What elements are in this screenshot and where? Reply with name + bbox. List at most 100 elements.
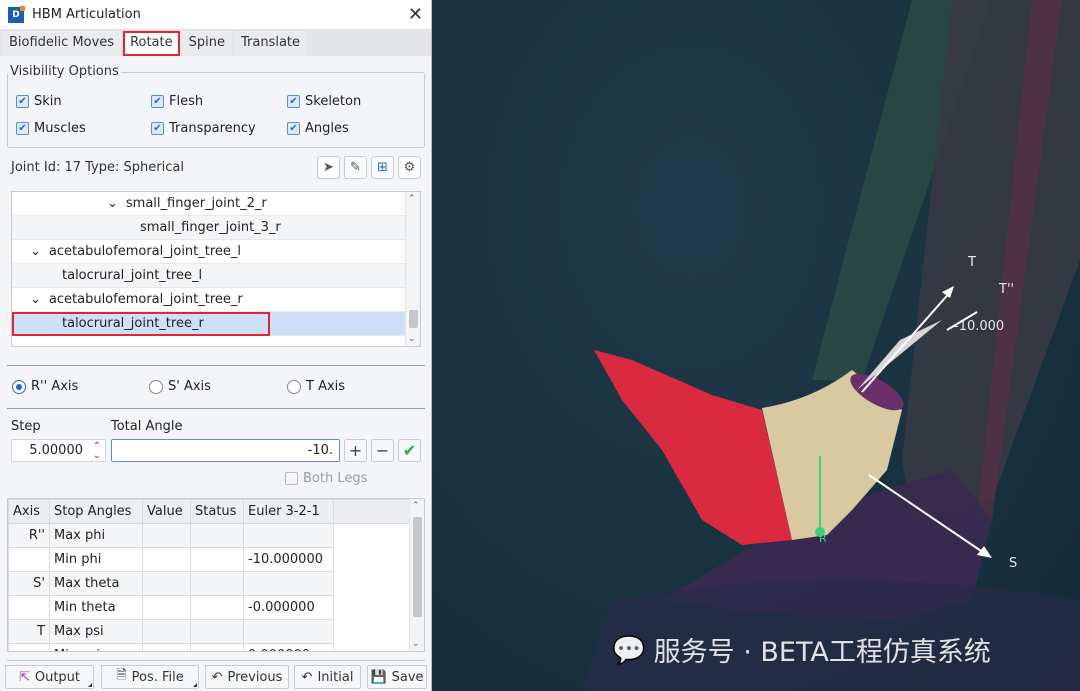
grid-button[interactable]: ⊞: [371, 156, 394, 179]
tree-item[interactable]: ⌄ acetabulofemoral_joint_tree_l: [12, 240, 406, 264]
total-angle-value: -10.: [307, 443, 333, 458]
table-cell[interactable]: Min phi: [49, 547, 143, 572]
table-cell[interactable]: -0.000000: [243, 595, 334, 620]
table-cell[interactable]: T: [8, 619, 50, 644]
table-cell[interactable]: Min psi: [49, 643, 143, 651]
checkbox-transparency[interactable]: ✔ Transparency: [151, 121, 256, 136]
tree-item[interactable]: small_finger_joint_3_r: [12, 216, 406, 240]
divider: [7, 408, 425, 409]
column-header-axis[interactable]: Axis: [8, 499, 50, 524]
table-cell[interactable]: [190, 643, 244, 651]
scroll-thumb[interactable]: [413, 517, 422, 617]
minus-icon: −: [375, 441, 390, 460]
radio-s-axis[interactable]: S' Axis: [149, 379, 211, 394]
table-cell[interactable]: [190, 523, 244, 548]
table-cell[interactable]: Max phi: [49, 523, 143, 548]
column-header-value[interactable]: Value: [142, 499, 191, 524]
chevron-up-icon[interactable]: ⌃: [412, 501, 420, 511]
axis-label-r: R: [819, 532, 827, 545]
chevron-down-icon[interactable]: ⌄: [412, 639, 420, 649]
step-spinbox[interactable]: 5.00000 ⌃ ⌄: [11, 439, 106, 462]
table-cell[interactable]: [8, 643, 50, 651]
highlight-button[interactable]: ✎: [344, 156, 367, 179]
table-cell[interactable]: [142, 619, 191, 644]
tab-rotate[interactable]: Rotate: [123, 31, 180, 56]
save-button[interactable]: 💾 Save: [367, 665, 427, 689]
table-cell[interactable]: Max theta: [49, 571, 143, 596]
scroll-thumb[interactable]: [409, 310, 418, 328]
table-cell[interactable]: [190, 595, 244, 620]
checkbox-skin[interactable]: ✔ Skin: [16, 94, 62, 109]
table-cell[interactable]: [142, 523, 191, 548]
table-cell[interactable]: [190, 571, 244, 596]
tree-item[interactable]: ⌄ small_finger_joint_2_r: [12, 192, 406, 216]
total-angle-input[interactable]: -10.: [111, 439, 340, 462]
column-header-status[interactable]: Status: [190, 499, 244, 524]
table-cell[interactable]: [190, 547, 244, 572]
table-cell[interactable]: R'': [8, 523, 50, 548]
table-cell[interactable]: S': [8, 571, 50, 596]
table-row[interactable]: Min theta -0.000000: [8, 595, 412, 620]
flashlight-icon: ✎: [350, 160, 361, 175]
table-cell[interactable]: [243, 523, 334, 548]
table-cell[interactable]: [142, 595, 191, 620]
pos-file-button[interactable]: 🗎 Pos. File: [101, 665, 199, 689]
table-row[interactable]: Min psi 0.000000: [8, 643, 412, 651]
table-header-row: Axis Stop Angles Value Status Euler 3-2-…: [8, 499, 412, 524]
table-scrollbar[interactable]: ⌃ ⌄: [409, 499, 424, 651]
table-cell[interactable]: [243, 571, 334, 596]
chevron-down-icon[interactable]: ⌄: [107, 196, 118, 211]
checkbox-angles[interactable]: ✔ Angles: [287, 121, 349, 136]
increment-button[interactable]: +: [344, 439, 367, 462]
table-cell[interactable]: [8, 547, 50, 572]
column-header-euler[interactable]: Euler 3-2-1: [243, 499, 334, 524]
table-row[interactable]: Min phi -10.000000: [8, 547, 412, 572]
table-cell[interactable]: [190, 619, 244, 644]
spin-arrows-icon[interactable]: ⌃ ⌄: [93, 442, 101, 461]
settings-button[interactable]: ⚙: [398, 156, 421, 179]
checkbox-muscles[interactable]: ✔ Muscles: [16, 121, 86, 136]
tab-translate[interactable]: Translate: [233, 31, 308, 56]
table-cell[interactable]: Max psi: [49, 619, 143, 644]
table-cell[interactable]: [142, 547, 191, 572]
initial-button[interactable]: ↶ Initial: [294, 665, 361, 689]
checkbox-flesh[interactable]: ✔ Flesh: [151, 94, 203, 109]
tab-biofidelic-moves[interactable]: Biofidelic Moves: [2, 31, 122, 56]
table-row[interactable]: R'' Max phi: [8, 523, 412, 548]
checkbox-skeleton[interactable]: ✔ Skeleton: [287, 94, 361, 109]
checkbox-both-legs[interactable]: ✔ Both Legs: [285, 471, 367, 486]
checkbox-icon: ✔: [16, 122, 29, 135]
3d-viewport[interactable]: T T'' -10.000 S R: [432, 0, 1080, 691]
output-button[interactable]: ⇱ Output: [5, 665, 94, 689]
table-filler: [333, 643, 412, 651]
table-cell[interactable]: 0.000000: [243, 643, 334, 651]
tree-item-selected[interactable]: talocrural_joint_tree_r: [12, 312, 270, 336]
apply-button[interactable]: ✔: [398, 439, 421, 462]
tree-item[interactable]: ⌄ acetabulofemoral_joint_tree_r: [12, 288, 406, 312]
tree-item[interactable]: talocrural_joint_tree_l: [12, 264, 406, 288]
table-cell[interactable]: -10.000000: [243, 547, 334, 572]
tree-scrollbar[interactable]: ⌃ ⌄: [405, 192, 420, 346]
chevron-down-icon[interactable]: ⌄: [408, 334, 416, 344]
chevron-down-icon[interactable]: ⌄: [30, 244, 41, 259]
column-header-stop-angles[interactable]: Stop Angles: [49, 499, 143, 524]
select-button[interactable]: ➤: [317, 156, 340, 179]
table-cell[interactable]: [243, 619, 334, 644]
chevron-up-icon[interactable]: ⌃: [408, 194, 416, 204]
table-filler: [333, 547, 412, 572]
radio-icon: [149, 379, 163, 394]
table-cell[interactable]: [142, 643, 191, 651]
close-icon[interactable]: ✕: [408, 4, 423, 25]
tab-spine[interactable]: Spine: [181, 31, 232, 56]
chevron-down-icon[interactable]: ⌄: [30, 292, 41, 307]
table-cell[interactable]: [8, 595, 50, 620]
previous-button[interactable]: ↶ Previous: [205, 665, 289, 689]
table-cell[interactable]: Min theta: [49, 595, 143, 620]
table-row[interactable]: T Max psi: [8, 619, 412, 644]
table-row[interactable]: S' Max theta: [8, 571, 412, 596]
table-cell[interactable]: [142, 571, 191, 596]
tree-item-label: talocrural_joint_tree_l: [62, 268, 203, 283]
decrement-button[interactable]: −: [371, 439, 394, 462]
radio-r-axis[interactable]: R'' Axis: [12, 379, 78, 394]
radio-t-axis[interactable]: T Axis: [287, 379, 345, 394]
